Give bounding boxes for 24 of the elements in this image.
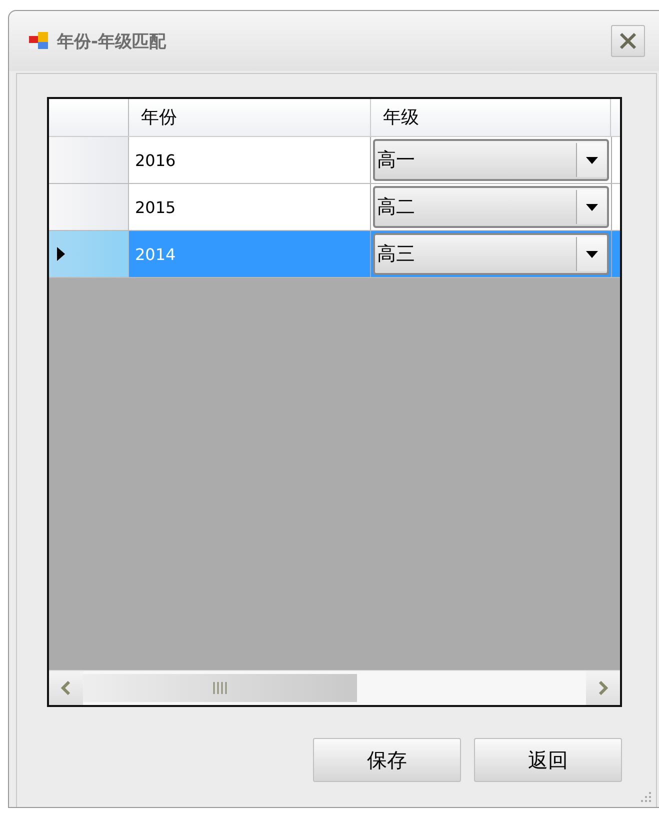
horizontal-scrollbar[interactable] — [49, 670, 620, 705]
resize-grip-icon[interactable] — [640, 791, 652, 803]
dialog-button[interactable]: 返回 — [474, 738, 622, 782]
table-cell: 2015 — [129, 184, 371, 230]
current-row-icon — [57, 247, 65, 261]
table-cell: 2016 — [129, 137, 371, 183]
table-cell: 2014 — [129, 231, 371, 277]
dropdown-arrow-icon — [586, 204, 598, 210]
grade-dropdown[interactable]: 高二 — [373, 186, 609, 228]
window-title: 年份-年级匹配 — [57, 30, 168, 52]
row-header[interactable] — [49, 231, 129, 277]
dialog-button[interactable]: 保存 — [313, 738, 461, 782]
grade-dropdown[interactable]: 高一 — [373, 139, 609, 181]
scrollbar-thumb[interactable] — [83, 674, 357, 702]
row-header[interactable] — [49, 137, 129, 183]
column-header[interactable]: 年份 — [129, 99, 371, 136]
dropdown-arrow-icon — [586, 156, 598, 164]
column-header[interactable]: 年级 — [371, 99, 611, 136]
grade-dropdown[interactable]: 高三 — [373, 233, 609, 275]
row-header[interactable] — [49, 184, 129, 230]
dropdown-arrow-icon — [586, 250, 598, 258]
app-icon — [29, 32, 49, 50]
close-icon — [618, 31, 638, 51]
close-button[interactable] — [611, 25, 645, 57]
